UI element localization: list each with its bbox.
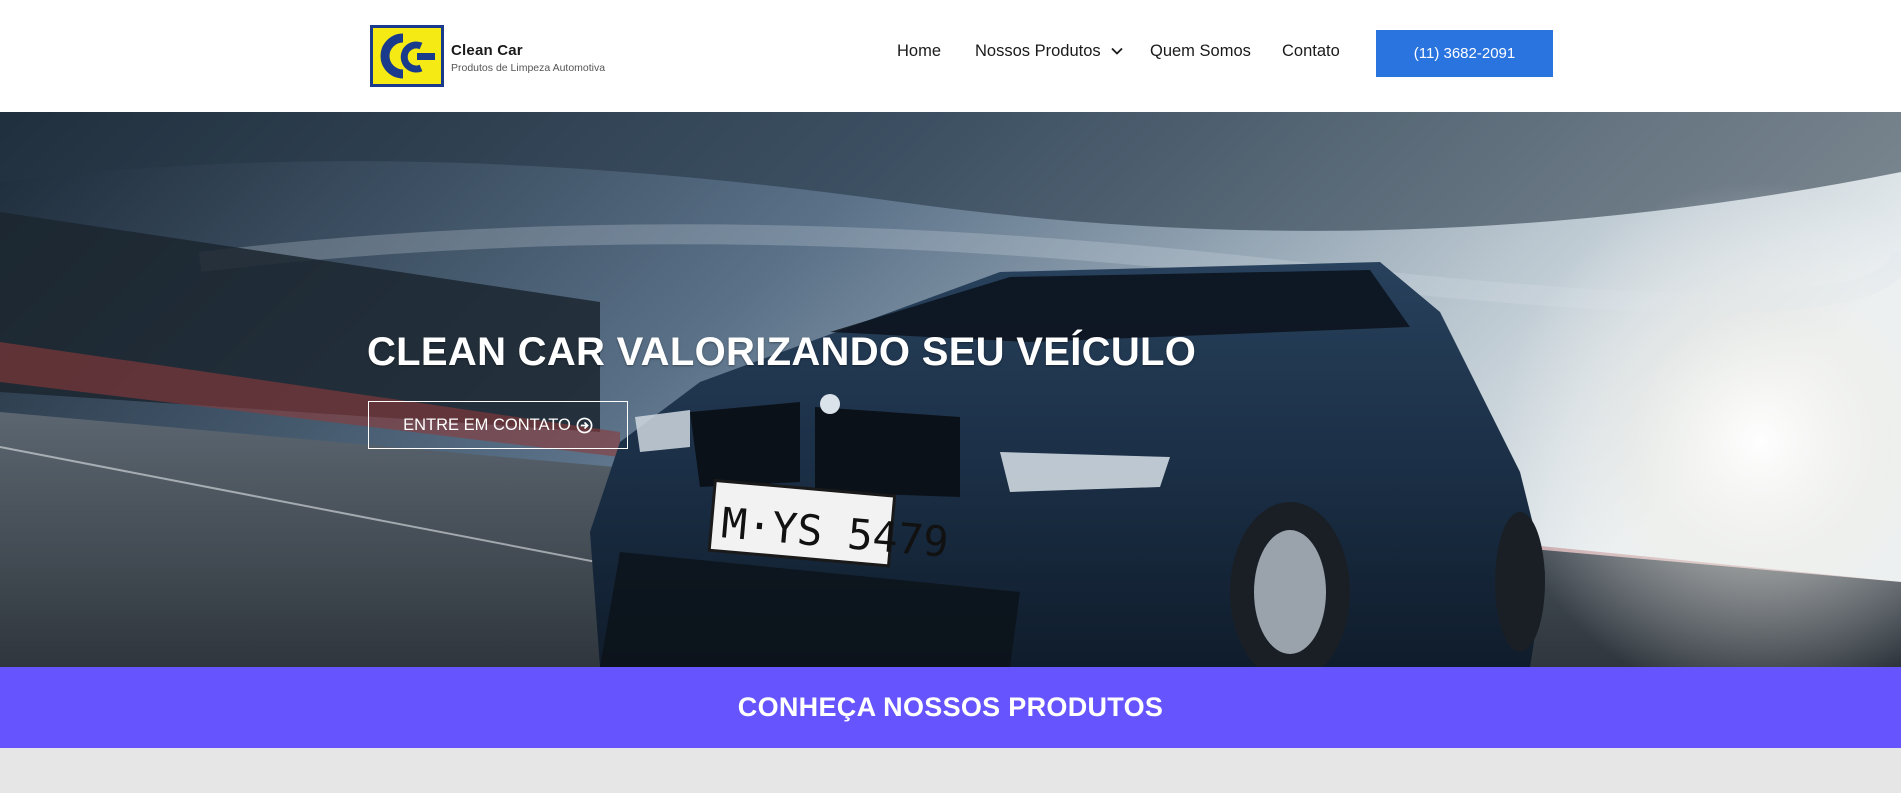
content-area <box>0 748 1901 793</box>
hero-banner: M·YS 5479 CLEAN CAR VALORIZANDO SEU VEÍC… <box>0 112 1901 667</box>
nav-item-nossos-produtos[interactable]: Nossos Produtos <box>975 42 1123 61</box>
brand-name: Clean Car <box>451 42 523 59</box>
brand-text[interactable]: Clean Car Produtos de Limpeza Automotiva <box>451 42 605 74</box>
nav-item-quem-somos[interactable]: Quem Somos <box>1150 42 1251 61</box>
site-header: Clean Car Produtos de Limpeza Automotiva… <box>0 0 1901 112</box>
products-section-header: CONHEÇA NOSSOS PRODUTOS <box>0 667 1901 748</box>
chevron-down-icon <box>1111 41 1123 60</box>
nav-item-contato[interactable]: Contato <box>1282 42 1340 61</box>
section-title: CONHEÇA NOSSOS PRODUTOS <box>737 692 1164 722</box>
contact-cta-button[interactable]: ENTRE EM CONTATO <box>368 401 628 449</box>
hero-car-image: M·YS 5479 <box>0 112 1901 667</box>
hero-title: CLEAN CAR VALORIZANDO SEU VEÍCULO <box>367 330 1197 374</box>
nav-item-label: Nossos Produtos <box>975 42 1101 60</box>
phone-button[interactable]: (11) 3682-2091 <box>1376 30 1553 77</box>
brand-tagline: Produtos de Limpeza Automotiva <box>451 62 606 74</box>
arrow-circle-right-icon <box>576 417 593 434</box>
nav-item-home[interactable]: Home <box>897 42 941 61</box>
cta-label: ENTRE EM CONTATO <box>403 415 571 434</box>
cc-logo-icon[interactable] <box>370 25 444 87</box>
